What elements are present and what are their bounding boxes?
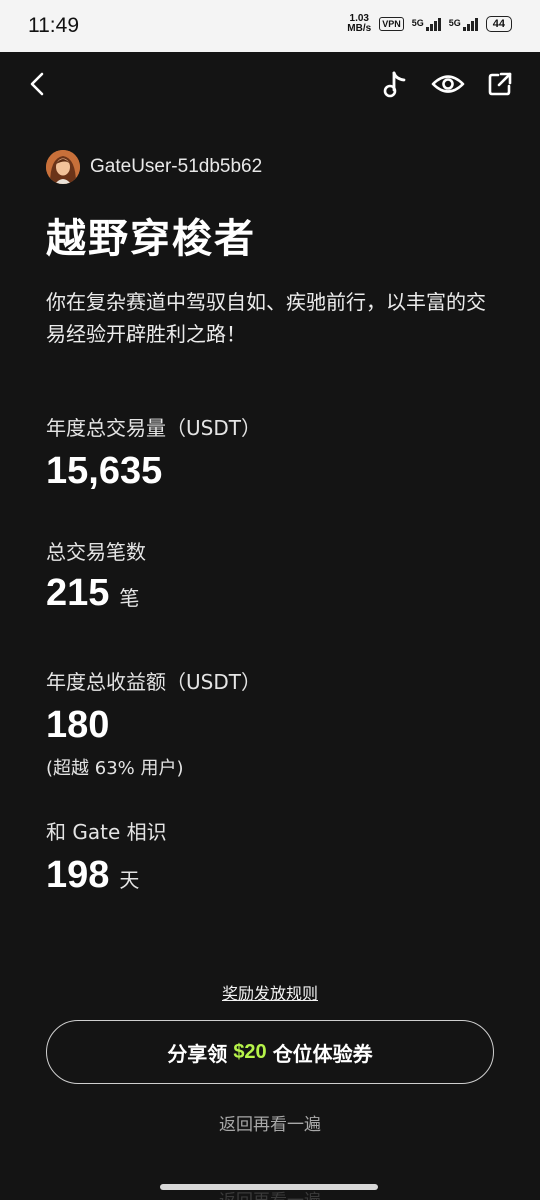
trades-label: 总交易笔数 <box>46 540 146 564</box>
profit-percentile-note: (超越 63% 用户) <box>46 758 184 779</box>
back-button[interactable] <box>20 66 56 102</box>
network-speed-unit: MB/s <box>347 23 372 34</box>
username: GateUser-51db5b62 <box>90 156 263 177</box>
trades-value: 215 <box>46 572 110 614</box>
persona-title: 越野穿梭者 <box>46 216 256 262</box>
chevron-left-icon <box>30 72 44 96</box>
volume-value: 15,635 <box>46 450 163 492</box>
profit-value: 180 <box>46 704 110 746</box>
network-speed: 1.03 MB/s <box>347 14 371 34</box>
vpn-badge: VPN <box>379 17 404 31</box>
replay-link[interactable]: 返回再看一遍 <box>0 1110 540 1135</box>
days-unit: 天 <box>119 870 140 892</box>
music-toggle-button[interactable] <box>378 66 414 102</box>
status-indicators: 1.03 MB/s VPN 5G 5G 44 <box>347 14 512 34</box>
share-button-prefix: 分享领 <box>167 1041 228 1066</box>
volume-label: 年度总交易量（USDT） <box>46 416 261 440</box>
signal-1-label: 5G <box>411 17 424 28</box>
share-button-amount: $20 <box>233 1040 267 1063</box>
days-stat: 198 天 <box>46 854 139 897</box>
signal-icon-2: 5G <box>448 17 478 31</box>
year-report-screen: GateUser-51db5b62 越野穿梭者 你在复杂赛道中驾驭自如、疾驰前行… <box>0 52 540 1200</box>
music-note-icon <box>383 71 406 98</box>
eye-icon <box>431 75 465 93</box>
days-value: 198 <box>46 854 110 896</box>
profit-label: 年度总收益额（USDT） <box>46 670 261 694</box>
battery-icon: 44 <box>485 16 512 32</box>
share-button-suffix: 仓位体验券 <box>272 1041 373 1066</box>
persona-description: 你在复杂赛道中驾驭自如、疾驰前行，以丰富的交易经验开辟胜利之路！ <box>46 290 486 346</box>
home-indicator[interactable] <box>160 1184 378 1190</box>
share-link-button[interactable] <box>482 66 518 102</box>
status-time: 11:49 <box>28 14 79 37</box>
trades-unit: 笔 <box>119 588 140 610</box>
status-bar: 11:49 1.03 MB/s VPN 5G 5G 44 <box>0 0 540 52</box>
external-share-icon <box>488 72 512 96</box>
signal-2-label: 5G <box>448 17 461 28</box>
visibility-toggle-button[interactable] <box>430 66 466 102</box>
signal-icon-1: 5G <box>411 17 441 31</box>
share-reward-button[interactable]: 分享领 $20 仓位体验券 <box>46 1020 494 1084</box>
user-avatar <box>46 150 80 184</box>
reward-rules-link[interactable]: 奖励发放规则 <box>0 980 540 1004</box>
trades-stat: 215 笔 <box>46 572 139 615</box>
days-label: 和 Gate 相识 <box>46 820 167 844</box>
